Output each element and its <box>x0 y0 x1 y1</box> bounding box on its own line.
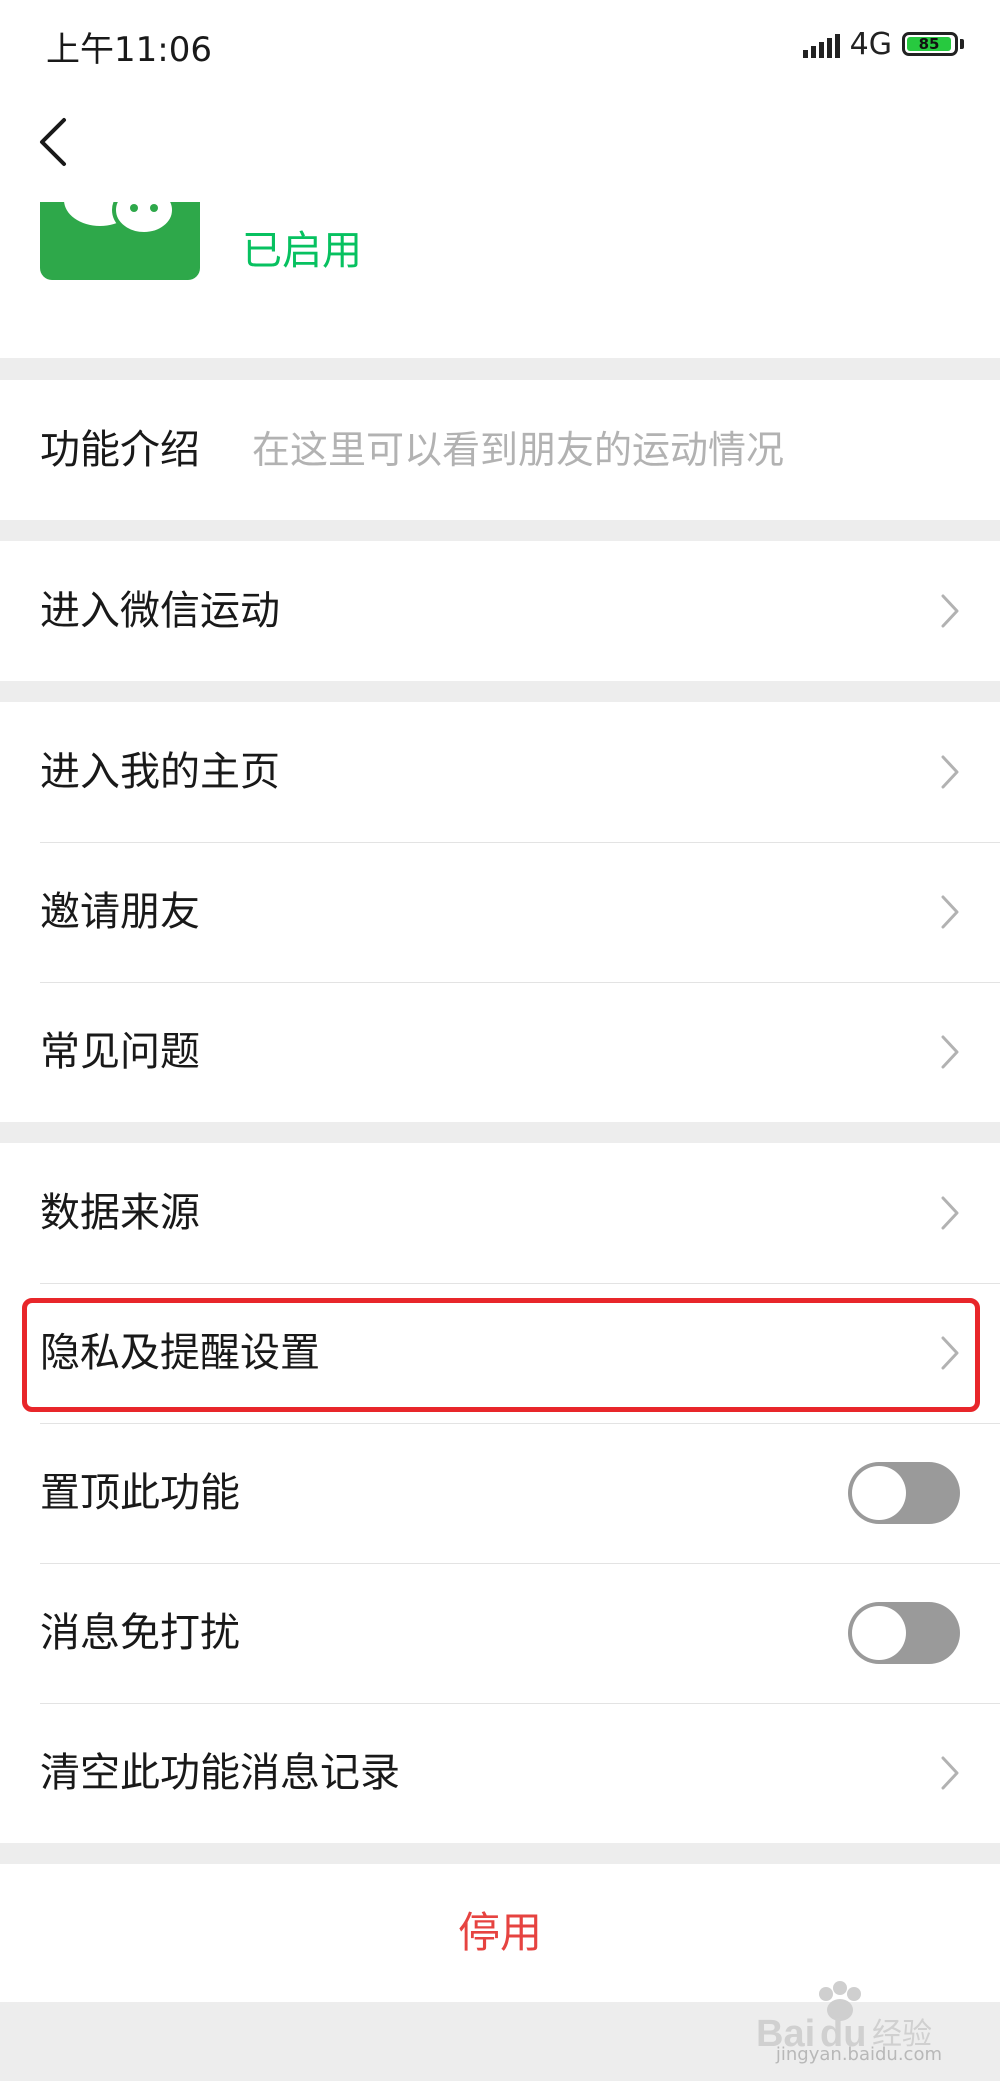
intro-description: 在这里可以看到朋友的运动情况 <box>252 428 785 472</box>
data-source-row[interactable]: 数据来源 <box>0 1143 1000 1283</box>
mute-toggle[interactable] <box>848 1602 960 1664</box>
toggle-knob <box>852 1606 906 1660</box>
data-source-label: 数据来源 <box>40 1190 200 1236</box>
my-home-label: 进入我的主页 <box>40 749 280 795</box>
faq-label: 常见问题 <box>40 1029 200 1075</box>
invite-friends-row[interactable]: 邀请朋友 <box>0 842 1000 982</box>
toggle-knob <box>852 1466 906 1520</box>
network-type: 4G <box>849 26 892 62</box>
battery-tip <box>960 39 964 49</box>
pin-top-toggle[interactable] <box>848 1462 960 1524</box>
chevron-right-icon <box>941 1196 959 1230</box>
chevron-right-icon <box>941 1336 959 1370</box>
privacy-settings-row[interactable]: 隐私及提醒设置 <box>0 1283 1000 1423</box>
enter-sport-row[interactable]: 进入微信运动 <box>0 541 1000 681</box>
enter-sport-group: 进入微信运动 <box>0 541 1000 681</box>
faq-row[interactable]: 常见问题 <box>0 982 1000 1122</box>
status-bar: 上午11:06 4G 85 <box>0 0 1000 90</box>
my-home-row[interactable]: 进入我的主页 <box>0 702 1000 842</box>
pin-top-row: 置顶此功能 <box>0 1423 1000 1563</box>
intro-label: 功能介绍 <box>40 427 200 473</box>
enter-sport-label: 进入微信运动 <box>40 588 280 634</box>
wechat-sport-app-icon <box>40 202 200 280</box>
mute-label: 消息免打扰 <box>40 1610 240 1656</box>
chevron-right-icon <box>941 1756 959 1790</box>
status-time: 上午11:06 <box>46 30 212 70</box>
chevron-right-icon <box>941 1035 959 1069</box>
chevron-right-icon <box>941 755 959 789</box>
battery-icon: 85 <box>902 32 958 56</box>
settings-group: 数据来源 隐私及提醒设置 置顶此功能 消息免打扰 清空此功能消息记录 <box>0 1143 1000 1843</box>
profile-group: 进入我的主页 邀请朋友 常见问题 <box>0 702 1000 1122</box>
intro-row: 功能介绍 在这里可以看到朋友的运动情况 <box>0 380 1000 520</box>
clear-history-row[interactable]: 清空此功能消息记录 <box>0 1703 1000 1843</box>
battery-level: 85 <box>907 37 951 52</box>
status-indicators: 4G 85 <box>802 26 964 62</box>
feature-status: 已启用 <box>242 228 362 274</box>
chat-bubbles-icon <box>64 202 176 236</box>
signal-icon <box>802 30 840 58</box>
chevron-right-icon <box>941 594 959 628</box>
clear-history-label: 清空此功能消息记录 <box>40 1750 400 1796</box>
watermark-url: jingyan.baidu.com <box>775 2044 942 2065</box>
pin-top-label: 置顶此功能 <box>40 1470 240 1516</box>
back-icon[interactable] <box>30 112 80 172</box>
privacy-settings-label: 隐私及提醒设置 <box>40 1330 320 1376</box>
chevron-right-icon <box>941 895 959 929</box>
intro-group: 功能介绍 在这里可以看到朋友的运动情况 <box>0 380 1000 520</box>
mute-row: 消息免打扰 <box>0 1563 1000 1703</box>
invite-friends-label: 邀请朋友 <box>40 889 200 935</box>
